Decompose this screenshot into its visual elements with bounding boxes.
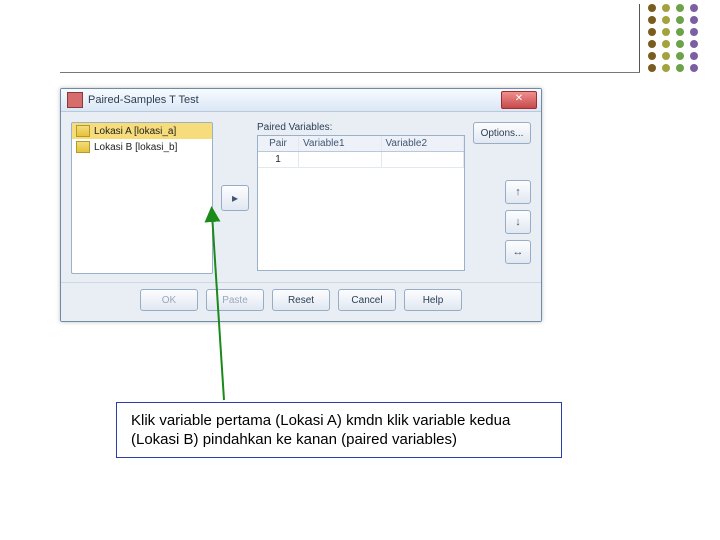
paste-button[interactable]: Paste — [206, 289, 264, 311]
variable-label: Lokasi B [lokasi_b] — [94, 142, 177, 153]
close-button[interactable]: ✕ — [501, 91, 537, 109]
paired-variables-label: Paired Variables: — [257, 122, 465, 133]
swap-icon: ↔ — [513, 246, 524, 258]
help-button[interactable]: Help — [404, 289, 462, 311]
cell-variable1[interactable] — [299, 152, 382, 167]
arrow-right-icon: ▸ — [232, 191, 238, 205]
dialog-title: Paired-Samples T Test — [88, 94, 501, 106]
col-pair: Pair — [258, 136, 299, 151]
paired-samples-dialog: Paired-Samples T Test ✕ Lokasi A [lokasi… — [60, 88, 542, 322]
cell-pair-num: 1 — [258, 152, 299, 167]
spss-app-icon — [67, 92, 83, 108]
pair-move-down-button[interactable]: ↓ — [505, 210, 531, 234]
col-variable2: Variable2 — [382, 136, 465, 151]
slide-decor-dots — [648, 4, 698, 72]
pair-swap-button[interactable]: ↔ — [505, 240, 531, 264]
arrow-up-icon: ↑ — [515, 186, 521, 198]
table-row[interactable]: 1 — [258, 152, 464, 168]
cell-variable2[interactable] — [382, 152, 465, 167]
slide-rule-horizontal — [60, 72, 640, 73]
source-variable-list[interactable]: Lokasi A [lokasi_a] Lokasi B [lokasi_b] — [71, 122, 213, 274]
col-variable1: Variable1 — [299, 136, 382, 151]
instruction-callout: Klik variable pertama (Lokasi A) kmdn kl… — [116, 402, 562, 458]
cancel-button[interactable]: Cancel — [338, 289, 396, 311]
scale-icon — [76, 125, 90, 137]
dialog-titlebar[interactable]: Paired-Samples T Test ✕ — [61, 89, 541, 112]
paired-variables-table[interactable]: Pair Variable1 Variable2 1 — [257, 135, 465, 271]
pair-move-up-button[interactable]: ↑ — [505, 180, 531, 204]
dialog-footer: OK Paste Reset Cancel Help — [61, 282, 541, 321]
reset-button[interactable]: Reset — [272, 289, 330, 311]
move-right-button[interactable]: ▸ — [221, 185, 249, 211]
options-button[interactable]: Options... — [473, 122, 531, 144]
arrow-down-icon: ↓ — [515, 216, 521, 228]
variable-item-lokasi-a[interactable]: Lokasi A [lokasi_a] — [72, 123, 212, 139]
callout-text: Klik variable pertama (Lokasi A) kmdn kl… — [131, 412, 510, 448]
table-header-row: Pair Variable1 Variable2 — [258, 136, 464, 152]
variable-item-lokasi-b[interactable]: Lokasi B [lokasi_b] — [72, 139, 212, 155]
scale-icon — [76, 141, 90, 153]
ok-button[interactable]: OK — [140, 289, 198, 311]
variable-label: Lokasi A [lokasi_a] — [94, 126, 176, 137]
slide-rule-vertical — [639, 4, 640, 72]
